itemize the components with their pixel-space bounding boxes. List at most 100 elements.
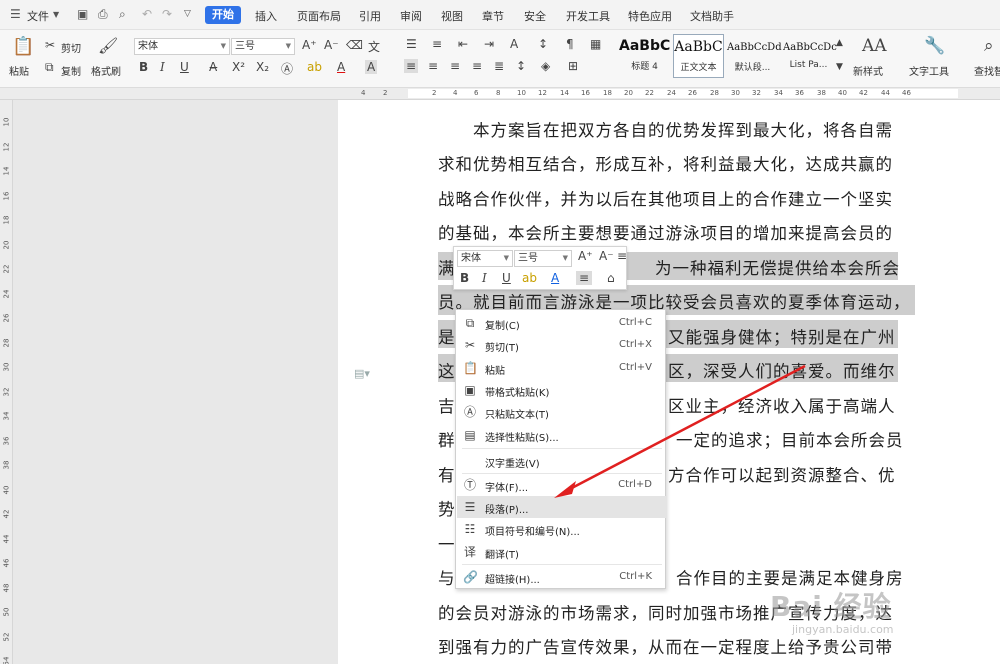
find-icon[interactable]: ⌕ — [984, 36, 994, 56]
line-spacing-icon[interactable]: ≡ — [617, 249, 627, 263]
paste-button[interactable]: 粘贴 — [9, 63, 29, 78]
tab-references[interactable]: 引用 — [359, 8, 381, 24]
font-color-icon[interactable]: A — [337, 60, 345, 74]
redo-icon[interactable]: ↷ — [162, 7, 172, 21]
tab-page-layout[interactable]: 页面布局 — [297, 8, 341, 24]
line-spacing-icon[interactable]: ↕ — [516, 59, 526, 73]
bold-icon[interactable]: B — [139, 60, 148, 74]
font-color-icon[interactable]: A — [551, 271, 559, 285]
format-painter-button[interactable]: 格式刷 — [91, 63, 121, 78]
show-marks-icon[interactable]: ¶ — [566, 37, 574, 51]
underline-icon[interactable]: U — [502, 271, 511, 285]
highlight-icon[interactable]: ab — [307, 60, 322, 74]
chevron-down-icon[interactable]: ▼ — [53, 10, 59, 19]
horizontal-ruler[interactable]: 4 2 2 4 6 8 10 12 14 16 18 20 22 24 26 28 30 32 34 36 38 40 42… — [0, 88, 1000, 100]
ruler-tick-label: 42 — [859, 89, 868, 97]
tab-special-apps[interactable]: 特色应用 — [628, 8, 672, 24]
decrease-indent-icon[interactable]: ⇤ — [458, 37, 468, 51]
menu-item-hyperlink[interactable]: 🔗 超链接(H)... Ctrl+K — [457, 566, 666, 588]
find-replace-button[interactable]: 查找替 — [974, 63, 1000, 78]
vertical-ruler[interactable]: 10 12 14 16 18 20 22 24 26 28 30 32 34 36 38 40 42 44 46 48… — [0, 100, 13, 664]
increase-font-icon[interactable]: A⁺ — [302, 38, 317, 52]
print-icon[interactable]: ⎙ — [98, 7, 108, 22]
shading-icon[interactable]: ◈ — [541, 59, 550, 73]
increase-indent-icon[interactable]: ⇥ — [484, 37, 494, 51]
paragraph-handle-icon[interactable]: ▤▾ — [354, 367, 370, 380]
new-style-icon[interactable]: AA — [862, 36, 887, 56]
align-right-icon[interactable]: ≡ — [450, 59, 460, 73]
tab-view[interactable]: 视图 — [441, 8, 463, 24]
font-size-select[interactable]: 三号 ▼ — [231, 38, 295, 55]
sort-icon[interactable]: ↕ — [538, 37, 548, 51]
styles-more-icon[interactable]: ▼ — [836, 62, 843, 72]
ruler-tick-label: 40 — [838, 89, 847, 97]
copy-icon[interactable]: ⧉ — [45, 60, 54, 75]
clear-format-icon[interactable]: ⌫ — [346, 38, 363, 52]
format-painter-icon[interactable]: 🖌 — [98, 36, 118, 55]
style-list-paragraph[interactable]: AaBbCcDc List Pa... — [783, 34, 837, 78]
align-left-icon[interactable]: ≡ — [576, 271, 593, 285]
increase-font-icon[interactable]: A⁺ — [578, 249, 593, 263]
customize-quick-access-icon[interactable]: ▽ — [184, 9, 191, 19]
ribbon-toolbar: 📋 粘贴 ✂ 剪切 ⧉ 复制 🖌 格式刷 宋体 ▼ 三号 ▼ A⁺ A⁻ ⌫ 文… — [0, 30, 1000, 88]
wrench-icon[interactable]: 🔧 — [924, 36, 945, 56]
ruler-tick-label: 22 — [2, 264, 11, 274]
subscript-icon[interactable]: X₂ — [256, 60, 269, 74]
mini-font-size-select[interactable]: 三号 ▼ — [514, 250, 572, 267]
menu-icon[interactable]: ☰ — [10, 7, 21, 21]
menu-item-bullets-numbering[interactable]: ☷ 项目符号和编号(N)... — [457, 518, 666, 540]
text-tools-button[interactable]: 文字工具 — [909, 63, 949, 78]
phonetic-guide-icon[interactable]: 文 — [368, 38, 380, 55]
styles-scroll-up-icon[interactable]: ▲ — [836, 38, 843, 48]
tab-chapter[interactable]: 章节 — [482, 8, 504, 24]
bold-icon[interactable]: B — [460, 271, 469, 285]
ruler-tick-label: 24 — [667, 89, 676, 97]
menu-item-translate[interactable]: 译 翻译(T) — [457, 541, 666, 563]
tab-doc-assistant[interactable]: 文档助手 — [690, 8, 734, 24]
strikethrough-icon[interactable]: A̶ — [209, 60, 217, 74]
save-icon[interactable]: ▣ — [77, 7, 88, 21]
tab-insert[interactable]: 插入 — [255, 8, 277, 24]
table-icon[interactable]: ▦ — [590, 37, 601, 51]
format-painter-icon[interactable]: ⌂ — [607, 271, 615, 285]
justify-icon[interactable]: ≡ — [472, 59, 482, 73]
paste-icon[interactable]: 📋 — [12, 36, 34, 57]
copy-button[interactable]: 复制 — [61, 63, 81, 78]
menu-item-cut[interactable]: ✂ 剪切(T) Ctrl+X — [457, 334, 666, 356]
italic-icon[interactable]: I — [160, 60, 165, 74]
border-icon[interactable]: ⊞ — [568, 59, 578, 73]
menu-item-copy[interactable]: ⧉ 复制(C) Ctrl+C — [457, 312, 666, 334]
underline-icon[interactable]: U — [180, 60, 189, 74]
superscript-icon[interactable]: X² — [232, 60, 245, 74]
italic-icon[interactable]: I — [482, 271, 487, 285]
ruler-tick-label: 14 — [560, 89, 569, 97]
tab-start[interactable]: 开始 — [205, 6, 241, 24]
new-style-button[interactable]: 新样式 — [853, 63, 883, 78]
style-heading-4[interactable]: AaBbC 标题 4 — [619, 34, 670, 78]
distributed-align-icon[interactable]: ≣ — [494, 59, 504, 73]
tab-developer-tools[interactable]: 开发工具 — [566, 8, 610, 24]
text-effect-icon[interactable]: Ⓐ — [281, 60, 293, 77]
bullet-list-icon[interactable]: ☰ — [406, 37, 417, 51]
decrease-font-icon[interactable]: A⁻ — [599, 249, 614, 263]
file-menu[interactable]: 文件 — [27, 8, 49, 24]
style-default-paragraph[interactable]: AaBbCcDd 默认段... — [727, 34, 782, 78]
doc-line: 是 — [438, 328, 456, 347]
chinese-layout-icon[interactable]: A — [510, 37, 518, 51]
cut-button[interactable]: 剪切 — [61, 40, 81, 55]
print-preview-icon[interactable]: ⌕ — [119, 7, 126, 22]
cut-icon[interactable]: ✂ — [45, 38, 55, 52]
undo-icon[interactable]: ↶ — [142, 7, 152, 21]
align-left-icon[interactable]: ≡ — [404, 59, 419, 73]
highlight-icon[interactable]: ab — [522, 271, 537, 285]
numbered-list-icon[interactable]: ≡ — [432, 37, 442, 51]
char-shading-icon[interactable]: A — [365, 60, 378, 74]
tab-security[interactable]: 安全 — [524, 8, 546, 24]
decrease-font-icon[interactable]: A⁻ — [324, 38, 339, 52]
tab-review[interactable]: 审阅 — [400, 8, 422, 24]
mini-font-name-select[interactable]: 宋体 ▼ — [457, 250, 513, 267]
style-body-text[interactable]: AaBbC 正文文本 — [673, 34, 724, 78]
align-center-icon[interactable]: ≡ — [428, 59, 438, 73]
ruler-tick-label: 16 — [581, 89, 590, 97]
font-name-select[interactable]: 宋体 ▼ — [134, 38, 230, 55]
